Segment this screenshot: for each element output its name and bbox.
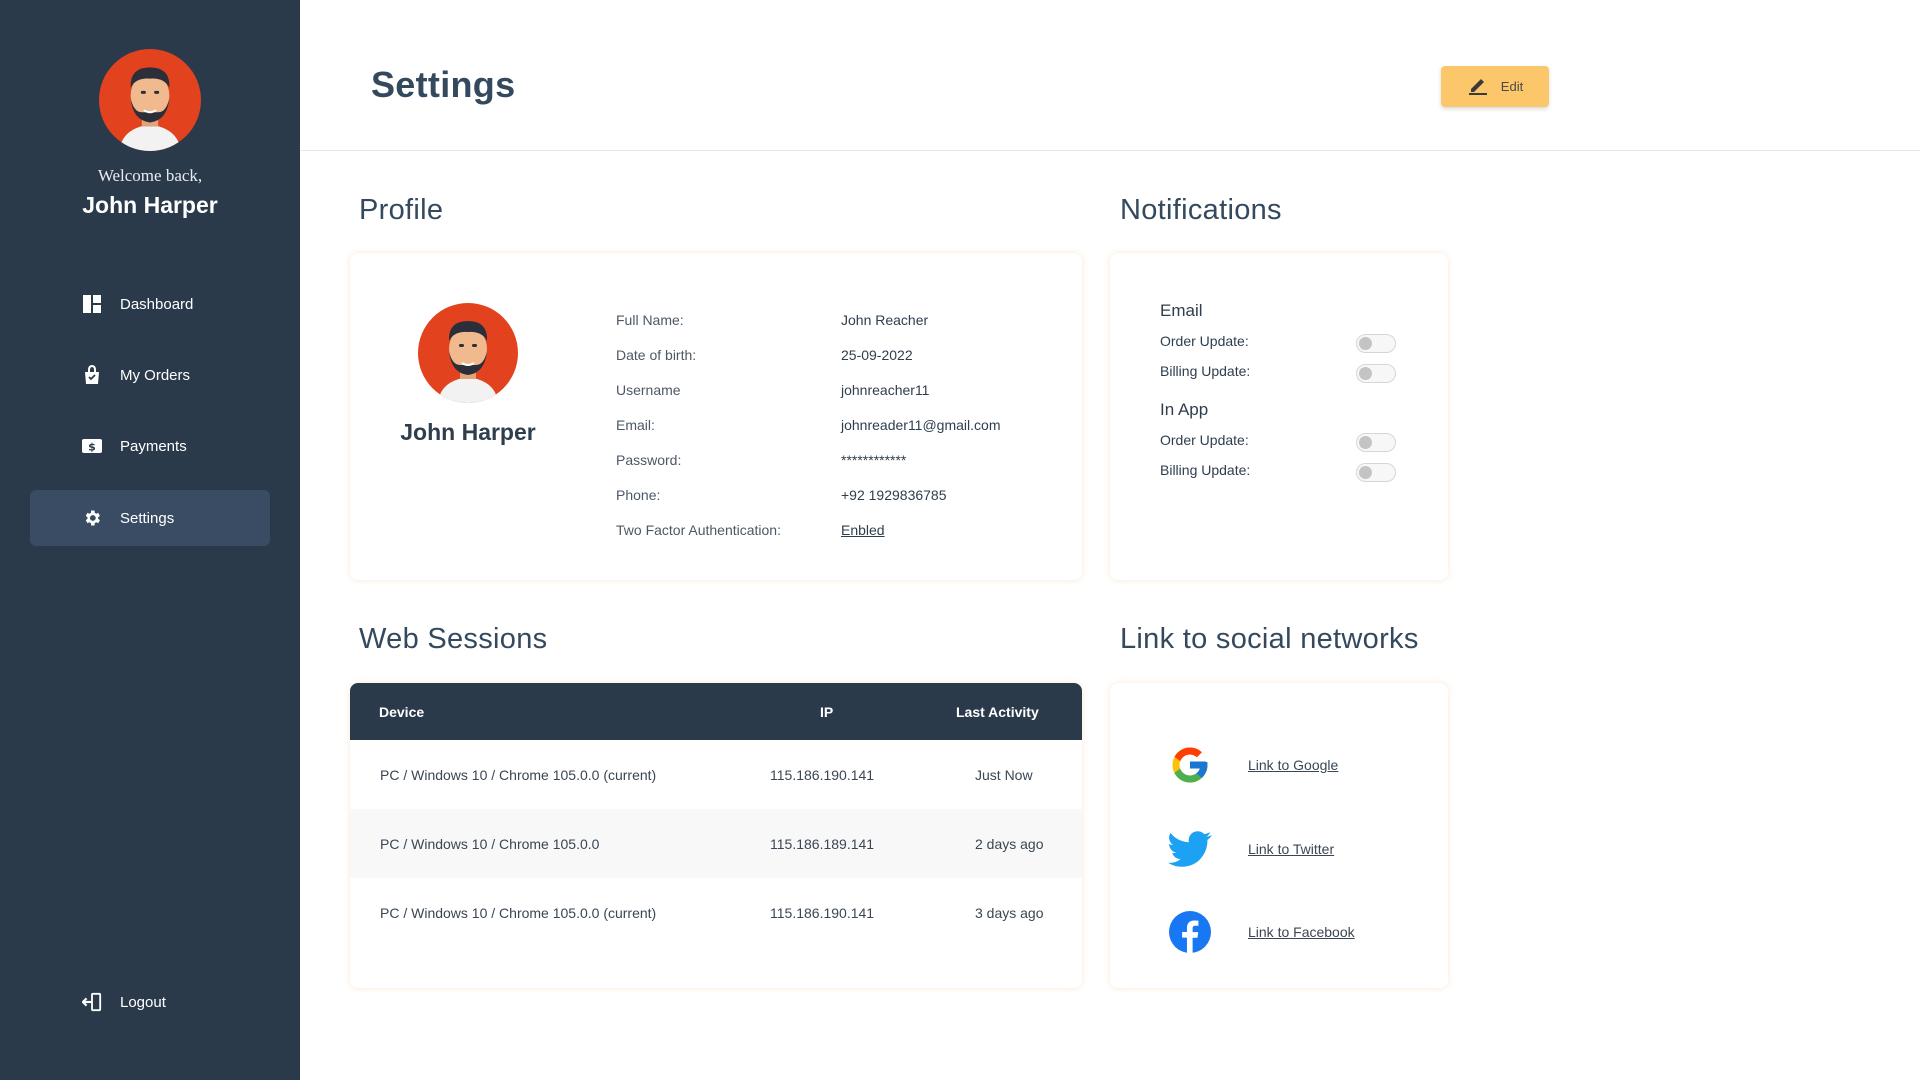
field-label: Date of birth: xyxy=(616,347,697,363)
toggle-knob xyxy=(1359,367,1372,380)
field-label: Password: xyxy=(616,452,682,468)
social-row-twitter[interactable]: Link to Twitter xyxy=(1168,824,1468,874)
field-value: +92 1929836785 xyxy=(841,487,947,503)
table-row: PC / Windows 10 / Chrome 105.0.0 (curren… xyxy=(350,740,1082,809)
sessions-table: Device IP Last Activity PC / Windows 10 … xyxy=(350,683,1082,988)
sidebar-item-payments[interactable]: $ Payments xyxy=(30,418,270,474)
profile-title: Profile xyxy=(359,194,444,226)
sidebar-item-label: Payments xyxy=(120,437,187,455)
gear-icon xyxy=(82,508,102,528)
field-label: Full Name: xyxy=(616,312,684,328)
cell-ip: 115.186.190.141 xyxy=(770,767,875,783)
profile-card: John Harper Full Name: John Reacher Date… xyxy=(350,253,1082,580)
logout-icon xyxy=(82,992,102,1012)
sidebar-item-label: Dashboard xyxy=(120,295,194,313)
cell-last-activity: 2 days ago xyxy=(975,836,1044,852)
shopping-bag-icon xyxy=(82,365,102,385)
pencil-icon xyxy=(1467,74,1489,99)
toggle-knob xyxy=(1359,466,1372,479)
table-row: PC / Windows 10 / Chrome 105.0.0 (curren… xyxy=(350,878,1082,947)
profile-name: John Harper xyxy=(400,419,536,445)
notif-group-title: Email xyxy=(1160,301,1203,320)
notif-label: Order Update: xyxy=(1160,333,1249,349)
notif-label: Billing Update: xyxy=(1160,363,1251,379)
toggle-knob xyxy=(1359,436,1372,449)
dashboard-icon xyxy=(82,294,102,314)
field-value: johnreacher11 xyxy=(841,382,930,398)
twitter-icon xyxy=(1168,827,1212,871)
edit-button[interactable]: Edit xyxy=(1441,66,1549,107)
social-card: Link to Google Link to Twitter Link to F… xyxy=(1110,683,1448,988)
edit-label: Edit xyxy=(1500,79,1524,94)
notifications-title: Notifications xyxy=(1120,194,1282,226)
link-to-twitter[interactable]: Link to Twitter xyxy=(1248,841,1334,857)
profile-avatar xyxy=(418,303,518,403)
notif-label: Billing Update: xyxy=(1160,462,1251,478)
facebook-icon xyxy=(1168,910,1212,954)
email-order-update-toggle[interactable] xyxy=(1356,334,1396,353)
header-divider xyxy=(300,150,1920,151)
field-label: Phone: xyxy=(616,487,661,503)
logout-label: Logout xyxy=(120,993,166,1011)
toggle-knob xyxy=(1359,337,1372,350)
field-value: johnreader11@gmail.com xyxy=(841,417,1001,433)
avatar xyxy=(99,49,201,151)
inapp-billing-update-toggle[interactable] xyxy=(1356,463,1396,482)
notifications-card: Email Order Update: Billing Update: In A… xyxy=(1110,253,1448,580)
field-value: John Reacher xyxy=(841,312,929,328)
cell-device: PC / Windows 10 / Chrome 105.0.0 xyxy=(380,836,600,852)
page-title: Settings xyxy=(371,64,516,105)
user-name: John Harper xyxy=(82,192,218,218)
sidebar-item-label: Settings xyxy=(120,509,175,527)
table-header: Device IP Last Activity xyxy=(350,683,1082,740)
sidebar-item-dashboard[interactable]: Dashboard xyxy=(30,276,270,332)
field-label: Username xyxy=(616,382,681,398)
two-factor-link[interactable]: Enbled xyxy=(841,522,885,538)
google-icon xyxy=(1168,743,1212,787)
cell-device: PC / Windows 10 / Chrome 105.0.0 (curren… xyxy=(380,767,657,783)
notif-label: Order Update: xyxy=(1160,432,1249,448)
social-row-facebook[interactable]: Link to Facebook xyxy=(1168,907,1468,957)
sessions-title: Web Sessions xyxy=(359,623,548,655)
link-to-facebook[interactable]: Link to Facebook xyxy=(1248,924,1355,940)
welcome-text: Welcome back, xyxy=(97,166,203,185)
sidebar-item-my-orders[interactable]: My Orders xyxy=(30,347,270,403)
field-value: 25-09-2022 xyxy=(841,347,913,363)
inapp-order-update-toggle[interactable] xyxy=(1356,433,1396,452)
cell-ip: 115.186.189.141 xyxy=(770,836,875,852)
sidebar-item-settings[interactable]: Settings xyxy=(30,490,270,546)
cell-device: PC / Windows 10 / Chrome 105.0.0 (curren… xyxy=(380,905,657,921)
column-header-device: Device xyxy=(379,704,425,720)
notif-group-title: In App xyxy=(1160,400,1209,419)
email-billing-update-toggle[interactable] xyxy=(1356,364,1396,383)
link-to-google[interactable]: Link to Google xyxy=(1248,757,1338,773)
social-row-google[interactable]: Link to Google xyxy=(1168,740,1468,790)
svg-text:$: $ xyxy=(88,441,96,454)
sidebar: Welcome back, John Harper Dashboard My O… xyxy=(0,0,300,1080)
cell-ip: 115.186.190.141 xyxy=(770,905,875,921)
field-value: ************ xyxy=(841,452,907,468)
field-label: Two Factor Authentication: xyxy=(616,522,781,538)
logout-button[interactable]: Logout xyxy=(30,974,270,1030)
social-title: Link to social networks xyxy=(1120,623,1419,655)
cell-last-activity: Just Now xyxy=(975,767,1033,783)
field-label: Email: xyxy=(616,417,655,433)
cell-last-activity: 3 days ago xyxy=(975,905,1044,921)
column-header-ip: IP xyxy=(820,704,834,720)
table-row: PC / Windows 10 / Chrome 105.0.0 115.186… xyxy=(350,809,1082,878)
column-header-last-activity: Last Activity xyxy=(956,704,1039,720)
dollar-bill-icon: $ xyxy=(82,436,102,456)
sidebar-item-label: My Orders xyxy=(120,366,191,384)
